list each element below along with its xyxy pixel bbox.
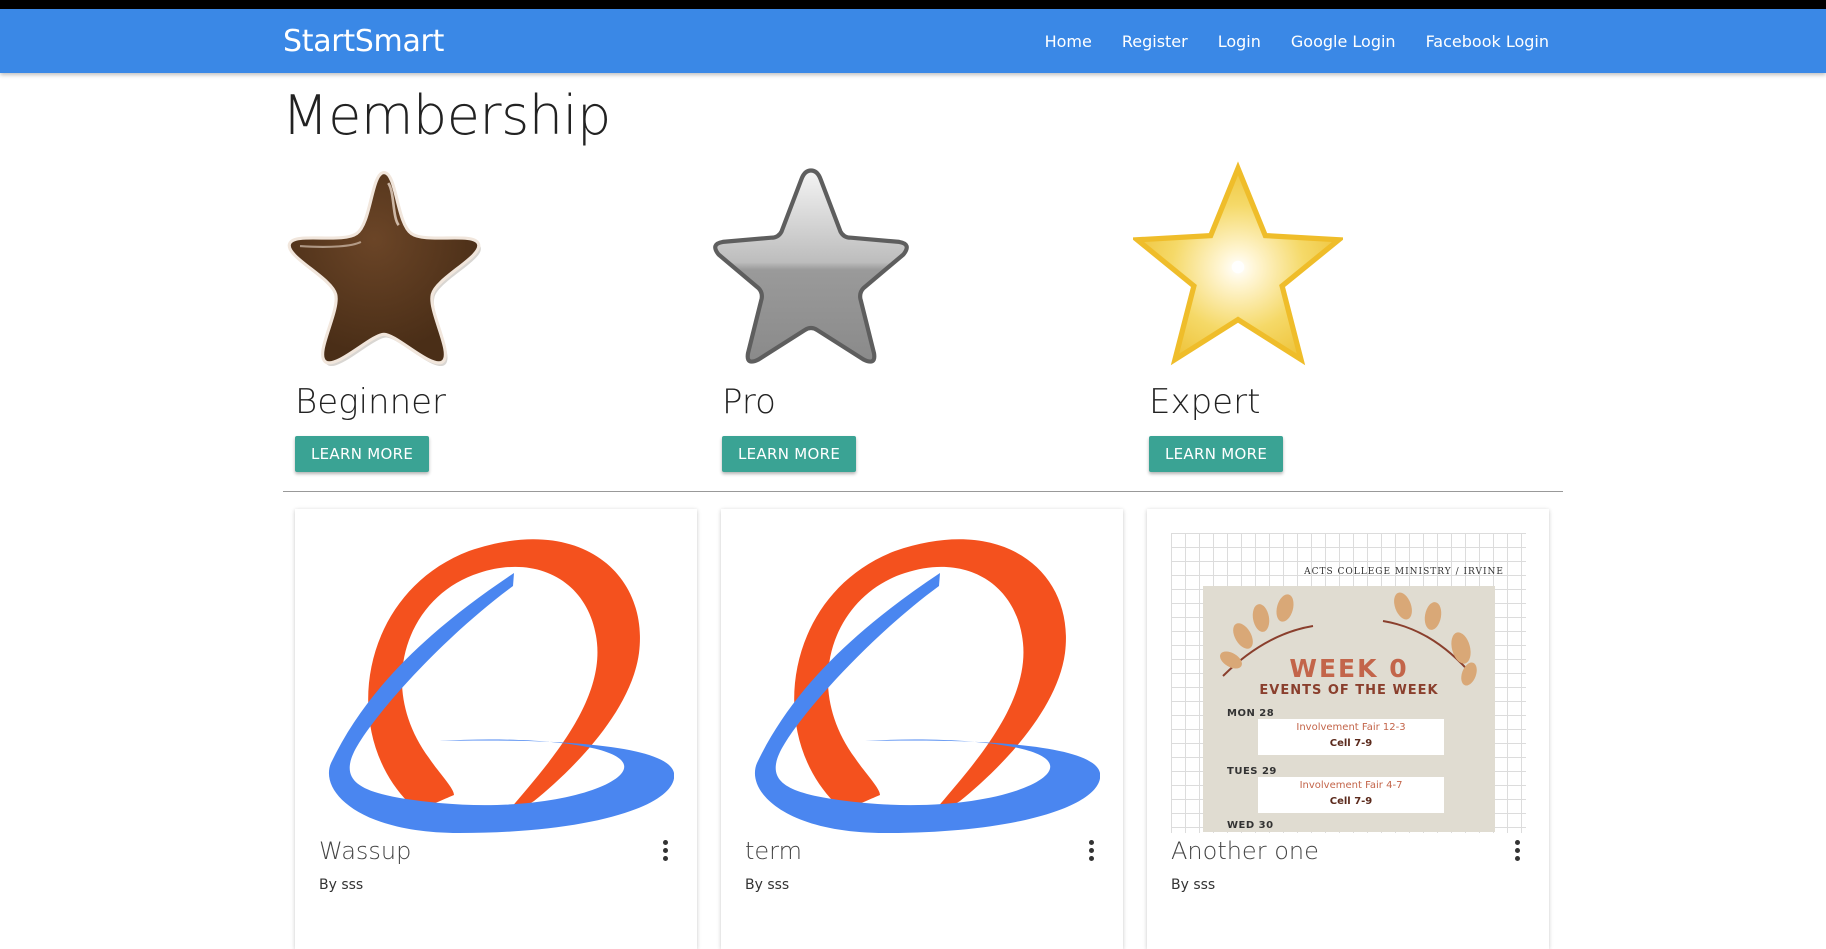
poster-event: Involvement Fair 4-7 <box>1299 780 1403 791</box>
card-wassup[interactable]: Wassup By sss <box>295 509 697 949</box>
nav-register-link[interactable]: Register <box>1122 32 1188 51</box>
poster-event-box: Involvement Fair 4-7 Cell 7-9 <box>1258 777 1444 813</box>
nav-login-link[interactable]: Login <box>1218 32 1261 51</box>
window-top-strip <box>0 0 1826 9</box>
poster-day-label: TUES 29 <box>1227 766 1277 777</box>
poster-cell: Cell 7-9 <box>1329 796 1373 807</box>
tier-name: Pro <box>722 382 776 422</box>
tier-name: Beginner <box>295 382 447 422</box>
tier-beginner: Beginner LEARN MORE <box>283 160 523 472</box>
swirl-logo-image <box>755 539 1100 833</box>
brand-logo[interactable]: StartSmart <box>283 24 444 59</box>
card-title[interactable]: Wassup <box>319 837 411 865</box>
nav-links: Home Register Login Google Login Faceboo… <box>1045 9 1549 73</box>
card-another-one[interactable]: ACTS COLLEGE MINISTRY / IRVINE WEEK 0 EV… <box>1147 509 1549 949</box>
card-author: By sss <box>745 877 790 893</box>
swirl-logo-image <box>329 539 674 833</box>
week-0-poster-image: ACTS COLLEGE MINISTRY / IRVINE WEEK 0 EV… <box>1171 533 1526 833</box>
learn-more-pro-button[interactable]: LEARN MORE <box>722 436 857 472</box>
nav-home-link[interactable]: Home <box>1045 32 1092 51</box>
poster-day-label: WED 30 <box>1227 820 1274 831</box>
tier-pro: Pro LEARN MORE <box>710 160 950 472</box>
tier-expert: Expert LEARN MORE <box>1133 160 1377 472</box>
more-vert-icon[interactable] <box>659 840 671 862</box>
page-title: Membership <box>282 84 611 147</box>
nav-facebook-login-link[interactable]: Facebook Login <box>1426 32 1549 51</box>
poster-event-box: Involvement Fair 12-3 Cell 7-9 <box>1258 719 1444 755</box>
card-title[interactable]: term <box>745 837 802 865</box>
bronze-star-icon <box>287 171 481 367</box>
navbar: StartSmart Home Register Login Google Lo… <box>0 9 1826 73</box>
card-image[interactable] <box>745 533 1100 833</box>
poster-cell: Cell 7-9 <box>1329 738 1373 749</box>
card-image[interactable] <box>319 533 674 833</box>
learn-more-beginner-button[interactable]: LEARN MORE <box>295 436 430 472</box>
card-image[interactable]: ACTS COLLEGE MINISTRY / IRVINE WEEK 0 EV… <box>1171 533 1526 833</box>
poster-day-label: MON 28 <box>1227 708 1275 719</box>
poster-headline: WEEK 0 <box>1289 654 1409 683</box>
card-title[interactable]: Another one <box>1171 837 1319 865</box>
learn-more-expert-button[interactable]: LEARN MORE <box>1149 436 1284 472</box>
more-vert-icon[interactable] <box>1085 840 1097 862</box>
gold-star-icon <box>1133 161 1343 366</box>
nav-google-login-link[interactable]: Google Login <box>1291 32 1396 51</box>
poster-subheadline: EVENTS OF THE WEEK <box>1259 683 1439 698</box>
tier-name: Expert <box>1149 382 1261 422</box>
more-vert-icon[interactable] <box>1511 840 1523 862</box>
silver-star-icon <box>713 168 909 364</box>
section-divider <box>283 491 1563 492</box>
poster-ministry: ACTS COLLEGE MINISTRY / IRVINE <box>1304 567 1504 577</box>
card-author: By sss <box>319 877 364 893</box>
poster-event: Involvement Fair 12-3 <box>1296 722 1406 733</box>
card-term[interactable]: term By sss <box>721 509 1123 949</box>
card-author: By sss <box>1171 877 1216 893</box>
